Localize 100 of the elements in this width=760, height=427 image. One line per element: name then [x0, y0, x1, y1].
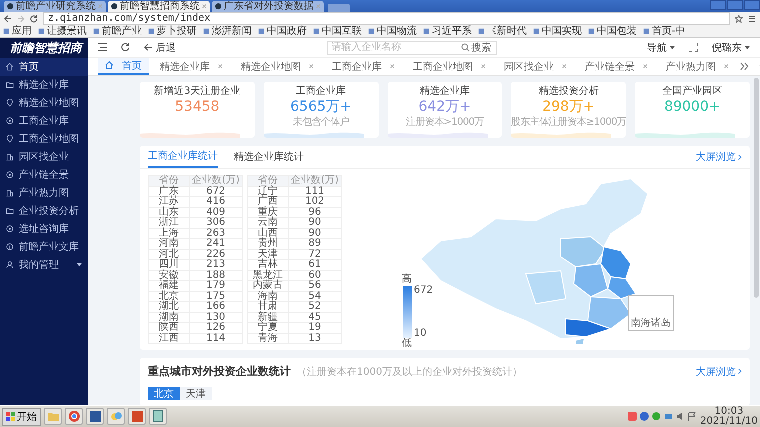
bookmark-link[interactable]: 前瞻产业: [93, 25, 142, 37]
sidebar-item[interactable]: 工商企业库: [0, 112, 88, 130]
nav-tab[interactable]: 精选企业库: [153, 58, 230, 75]
sidebar-item[interactable]: 产业链全景: [0, 166, 88, 184]
back-button[interactable]: 后退: [144, 40, 176, 54]
close-icon[interactable]: [98, 4, 103, 9]
notepad-icon: [152, 410, 164, 423]
bookmark-link[interactable]: 应用: [3, 25, 32, 37]
target-icon: [6, 117, 14, 125]
sidebar-item[interactable]: 我的管理: [0, 256, 88, 274]
windows-logo-icon: [6, 412, 15, 421]
map-inset: 南海诸岛: [628, 295, 674, 331]
bookmark-link[interactable]: 《新时代: [478, 25, 527, 37]
sidebar-item[interactable]: 企业投资分析: [0, 202, 88, 220]
bookmark-link[interactable]: 首页-中: [643, 25, 686, 37]
bookmark-link[interactable]: 中国实现: [533, 25, 582, 37]
menu-icon[interactable]: [98, 43, 107, 52]
sidebar-item[interactable]: 精选企业地图: [0, 94, 88, 112]
table-cell: 内蒙古: [248, 280, 288, 291]
nav-tab[interactable]: 精选企业地图: [234, 58, 321, 75]
panel-tab[interactable]: 精选企业库统计: [234, 146, 304, 168]
page-icon: [148, 28, 155, 34]
minimize-button[interactable]: [710, 0, 726, 10]
taskbar-app-button[interactable]: [128, 408, 146, 425]
scrollbar-thumb[interactable]: [754, 78, 759, 298]
close-icon[interactable]: [202, 4, 207, 9]
sidebar-item[interactable]: 园区找企业: [0, 148, 88, 166]
fullscreen-view-link[interactable]: 大屏浏览: [696, 150, 742, 164]
double-chevron-right-icon[interactable]: [740, 62, 749, 71]
close-button[interactable]: [744, 0, 760, 10]
close-icon[interactable]: [309, 64, 314, 69]
page-icon: [588, 28, 595, 34]
table-cell: 306: [190, 218, 242, 228]
table-cell: 61: [288, 260, 342, 270]
input-method-icon[interactable]: [628, 412, 638, 421]
sidebar-item[interactable]: 精选企业库: [0, 76, 88, 94]
bookmark-link[interactable]: 让摄景讯: [38, 25, 87, 37]
sidebar-item[interactable]: 前瞻产业文库: [0, 238, 88, 256]
bookmark-link[interactable]: 澎湃新闻: [203, 25, 252, 37]
stat-value: 53458: [175, 99, 220, 116]
address-field[interactable]: z.qianzhan.com/system/index: [43, 12, 730, 25]
table-cell: 111: [288, 186, 342, 196]
close-icon[interactable]: [724, 64, 729, 69]
user-menu-button[interactable]: 倪璐东: [712, 40, 750, 54]
table-cell: 60: [288, 270, 342, 280]
city-tab[interactable]: 天津: [180, 387, 212, 400]
fullscreen-icon[interactable]: [689, 43, 698, 52]
sidebar-item[interactable]: 选址咨询库: [0, 220, 88, 238]
tray-icon[interactable]: [652, 412, 662, 421]
bookmark-link[interactable]: 萝卜投研: [148, 25, 197, 37]
bookmark-link[interactable]: 中国互联: [313, 25, 362, 37]
slides-icon: [130, 410, 144, 423]
nav-tab[interactable]: 工商企业库: [325, 58, 402, 75]
maximize-button[interactable]: [727, 0, 743, 10]
nav-tab[interactable]: 工商企业地图: [406, 58, 493, 75]
bookmark-link[interactable]: 中国物流: [368, 25, 417, 37]
taskbar-app-button[interactable]: [65, 408, 83, 425]
table-cell: 山西: [248, 228, 288, 238]
back-arrow-icon[interactable]: [4, 14, 12, 22]
sidebar-item[interactable]: 产业热力图: [0, 184, 88, 202]
fullscreen-view-link[interactable]: 大屏浏览: [696, 364, 742, 378]
nav-menu-button[interactable]: 导航: [647, 40, 675, 54]
clock[interactable]: 10:03 2021/11/10: [700, 406, 758, 426]
nav-tab[interactable]: 园区找企业: [497, 58, 574, 75]
close-icon[interactable]: [481, 64, 486, 69]
nav-tab[interactable]: 产业链全景: [578, 58, 655, 75]
column-header: 企业数(万): [190, 176, 242, 186]
close-icon[interactable]: [218, 64, 223, 69]
bookmark-link[interactable]: 中国包装: [588, 25, 637, 37]
sidebar-item[interactable]: 首页: [0, 58, 88, 76]
sidebar-item[interactable]: 工商企业地图: [0, 130, 88, 148]
city-tab[interactable]: 北京: [148, 387, 180, 400]
reload-icon[interactable]: [30, 14, 38, 22]
nav-tab[interactable]: 产业热力图: [659, 58, 736, 75]
table-cell: 青海: [248, 333, 288, 344]
help-icon[interactable]: [640, 412, 650, 421]
close-icon[interactable]: [390, 64, 395, 69]
forward-arrow-icon[interactable]: [17, 14, 25, 22]
star-icon[interactable]: [735, 14, 743, 22]
panel-tab[interactable]: 工商企业库统计: [148, 146, 218, 168]
close-icon[interactable]: [643, 64, 648, 69]
search-field[interactable]: 请输入企业名称 搜索: [326, 40, 496, 54]
bookmark-link[interactable]: 中国政府: [258, 25, 307, 37]
flag-icon[interactable]: [688, 412, 698, 421]
nav-tab[interactable]: 首页: [98, 58, 149, 75]
network-icon[interactable]: [664, 412, 674, 421]
bookmark-link[interactable]: 习近平系: [423, 25, 472, 37]
folder-icon: [6, 207, 14, 215]
search-button[interactable]: 搜索: [460, 40, 492, 54]
close-icon[interactable]: [316, 4, 321, 9]
refresh-icon[interactable]: [121, 43, 130, 52]
close-icon[interactable]: [562, 64, 567, 69]
table-cell: 672: [190, 186, 242, 196]
legend-gradient-bar[interactable]: [402, 286, 412, 338]
taskbar-app-button[interactable]: [149, 408, 167, 425]
table-cell: 56: [288, 280, 342, 291]
menu-icon[interactable]: [748, 14, 756, 22]
taskbar-app-button[interactable]: [86, 408, 104, 425]
legend-value: 672: [414, 285, 434, 296]
start-button[interactable]: 开始: [2, 408, 41, 426]
